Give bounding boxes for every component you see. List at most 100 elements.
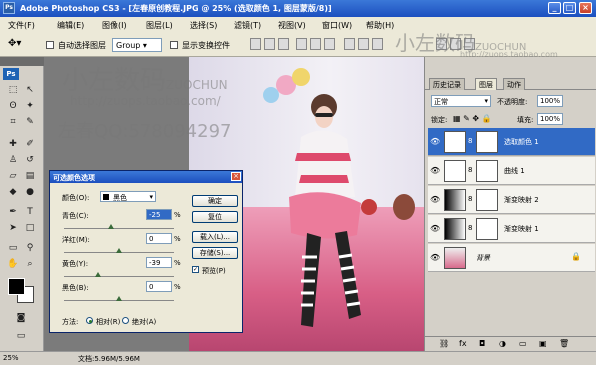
hand-tool-icon[interactable]: ✋ — [6, 258, 20, 270]
menu-window[interactable]: 窗口(W) — [322, 20, 352, 31]
cyan-thumb[interactable] — [108, 224, 115, 229]
layer-mask-thumbnail[interactable] — [476, 131, 498, 153]
menu-filter[interactable]: 滤镜(T) — [234, 20, 261, 31]
blend-mode-select[interactable]: 正常 ▾ — [431, 95, 491, 107]
lasso-tool-icon[interactable]: ʘ — [6, 100, 20, 112]
cyan-unit: % — [174, 211, 181, 219]
layer-row[interactable]: 👁 8 渐变映射 2 — [428, 186, 595, 214]
tab-actions[interactable]: 动作 — [503, 78, 525, 90]
new-layer-icon[interactable]: ▣ — [539, 339, 547, 348]
layer-row[interactable]: 👁 8 选取颜色 1 — [428, 128, 595, 156]
new-group-icon[interactable]: ▭ — [519, 339, 527, 348]
screen-mode-icon[interactable]: ▭ — [14, 330, 28, 342]
align-vcenter-icon[interactable] — [264, 38, 275, 50]
link-layers-icon[interactable]: ⛓ — [439, 339, 449, 348]
close-button[interactable]: × — [579, 2, 592, 14]
menu-edit[interactable]: 编辑(E) — [57, 20, 84, 31]
yellow-thumb[interactable] — [95, 272, 102, 277]
black-thumb[interactable] — [116, 296, 122, 301]
eye-icon[interactable]: 👁 — [430, 253, 440, 262]
history-brush-icon[interactable]: ↺ — [23, 154, 37, 166]
new-adjustment-icon[interactable]: ◑ — [499, 339, 506, 348]
cyan-input[interactable]: -25 — [146, 209, 172, 220]
fill-input[interactable]: 100% — [537, 113, 563, 125]
magic-wand-icon[interactable]: ✦ — [23, 100, 37, 112]
cyan-track[interactable] — [64, 228, 174, 229]
crop-tool-icon[interactable]: ⌗ — [6, 116, 20, 128]
method-absolute-radio[interactable] — [122, 317, 129, 324]
eraser-tool-icon[interactable]: ▱ — [6, 170, 20, 182]
delete-layer-icon[interactable]: 🗑 — [559, 339, 569, 348]
clone-stamp-icon[interactable]: ♙ — [6, 154, 20, 166]
magenta-input[interactable]: 0 — [146, 233, 172, 244]
move-tool-icon[interactable]: ↖ — [23, 84, 37, 96]
eye-icon[interactable]: 👁 — [430, 195, 440, 204]
method-relative-radio[interactable] — [86, 317, 93, 324]
menu-select[interactable]: 选择(S) — [190, 20, 217, 31]
eye-icon[interactable]: 👁 — [430, 137, 440, 146]
path-select-icon[interactable]: ➤ — [6, 222, 20, 234]
magenta-label: 洋红(M): — [62, 236, 90, 244]
slice-tool-icon[interactable]: ✎ — [23, 116, 37, 128]
type-tool-icon[interactable]: T — [23, 206, 37, 218]
zoom-tool-icon[interactable]: ⌕ — [23, 258, 37, 270]
preview-checkbox[interactable]: ✓ — [192, 266, 199, 273]
layer-row[interactable]: 👁 8 渐变映射 1 — [428, 215, 595, 243]
align-bottom-icon[interactable] — [278, 38, 289, 50]
align-hcenter-icon[interactable] — [310, 38, 321, 50]
layer-style-icon[interactable]: fx — [459, 339, 467, 348]
healing-brush-icon[interactable]: ✚ — [6, 138, 20, 150]
eye-icon[interactable]: 👁 — [430, 224, 440, 233]
pen-tool-icon[interactable]: ✒ — [6, 206, 20, 218]
align-right-icon[interactable] — [324, 38, 335, 50]
menu-view[interactable]: 视图(V) — [278, 20, 306, 31]
distribute-vcenter-icon[interactable] — [358, 38, 369, 50]
tab-layers[interactable]: 图层 — [475, 78, 497, 90]
move-tool-icon[interactable]: ✥▾ — [8, 38, 21, 49]
layer-row[interactable]: 👁 8 曲线 1 — [428, 157, 595, 185]
minimize-button[interactable]: _ — [548, 2, 561, 14]
auto-select-checkbox[interactable] — [46, 41, 54, 49]
color-select[interactable]: 黑色 ▾ — [100, 191, 156, 202]
distribute-top-icon[interactable] — [344, 38, 355, 50]
menu-help[interactable]: 帮助(H) — [366, 20, 394, 31]
layer-row[interactable]: 👁 背景 🔒 — [428, 244, 595, 272]
menu-layer[interactable]: 图层(L) — [146, 20, 173, 31]
lock-icons[interactable]: ▦ ✎ ✥ 🔒 — [453, 114, 492, 123]
add-mask-icon[interactable]: ◘ — [479, 339, 485, 348]
notes-tool-icon[interactable]: ▭ — [6, 242, 20, 254]
save-button[interactable]: 存储(S)... — [192, 247, 238, 259]
gradient-tool-icon[interactable]: ▤ — [23, 170, 37, 182]
quick-mask-icon[interactable]: ◙ — [14, 312, 28, 324]
eyedropper-icon[interactable]: ⚲ — [23, 242, 37, 254]
menu-image[interactable]: 图像(I) — [102, 20, 127, 31]
layer-mask-thumbnail[interactable] — [476, 218, 498, 240]
brush-tool-icon[interactable]: ✐ — [23, 138, 37, 150]
opacity-input[interactable]: 100% — [537, 95, 563, 107]
maximize-button[interactable]: □ — [563, 2, 576, 14]
layer-mask-thumbnail[interactable] — [476, 160, 498, 182]
align-top-icon[interactable] — [250, 38, 261, 50]
load-button[interactable]: 载入(L)... — [192, 231, 238, 243]
black-input[interactable]: 0 — [146, 281, 172, 292]
tab-history[interactable]: 历史记录 — [429, 78, 465, 90]
magenta-thumb[interactable] — [116, 248, 122, 253]
auto-select-mode-select[interactable]: Group ▾ — [112, 38, 162, 52]
yellow-input[interactable]: -39 — [146, 257, 172, 268]
ok-button[interactable]: 确定 — [192, 195, 238, 207]
reset-button[interactable]: 复位 — [192, 211, 238, 223]
yellow-track[interactable] — [64, 276, 174, 277]
layer-mask-thumbnail[interactable] — [476, 189, 498, 211]
eye-icon[interactable]: 👁 — [430, 166, 440, 175]
zoom-level[interactable]: 25% — [3, 354, 19, 362]
marquee-tool-icon[interactable]: ⬚ — [6, 84, 20, 96]
align-left-icon[interactable] — [296, 38, 307, 50]
foreground-color-swatch[interactable] — [8, 278, 25, 295]
show-transform-checkbox[interactable] — [170, 41, 178, 49]
shape-tool-icon[interactable]: □ — [23, 222, 37, 234]
menu-file[interactable]: 文件(F) — [8, 20, 35, 31]
distribute-bottom-icon[interactable] — [372, 38, 383, 50]
dodge-tool-icon[interactable]: ● — [23, 186, 37, 198]
dialog-close-icon[interactable]: × — [231, 172, 241, 181]
blur-tool-icon[interactable]: ◆ — [6, 186, 20, 198]
